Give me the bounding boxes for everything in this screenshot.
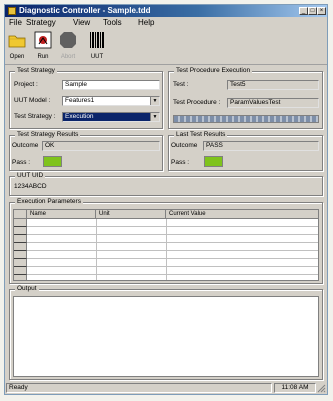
uut-uid-group: UUT UID 1234ABCD xyxy=(9,172,323,196)
menu-strategy[interactable]: Strategy xyxy=(26,18,56,27)
maximize-button[interactable]: □ xyxy=(308,7,317,15)
execution-parameters-group: Execution Parameters Name Unit Current V… xyxy=(9,198,323,284)
app-icon xyxy=(8,7,16,15)
stop-icon xyxy=(60,32,76,48)
last-outcome-field: PASS xyxy=(203,141,319,151)
output-textarea[interactable] xyxy=(13,296,319,377)
test-strategy-group: Test Strategy Project : Sample UUT Model… xyxy=(9,67,163,129)
strategy-pass-indicator xyxy=(43,156,62,167)
abort-button[interactable]: Abort xyxy=(58,30,78,60)
test-field: Test5 xyxy=(227,80,319,90)
test-procedure-execution-group: Test Procedure Execution Test : Test5 Te… xyxy=(168,67,323,129)
open-button[interactable]: Open xyxy=(7,30,27,60)
close-button[interactable]: × xyxy=(317,7,326,15)
progress-bar xyxy=(173,115,319,123)
menu-view[interactable]: View xyxy=(73,18,90,27)
run-icon xyxy=(34,31,52,49)
last-pass-indicator xyxy=(204,156,223,167)
run-button[interactable]: Run xyxy=(33,30,53,60)
test-procedure-field: ParamValuesTest xyxy=(227,98,319,108)
minimize-button[interactable]: _ xyxy=(299,7,308,15)
status-bar: Ready 11:08 AM xyxy=(5,382,327,394)
project-field[interactable]: Sample xyxy=(62,80,160,90)
menu-bar: File Strategy View Tools Help xyxy=(5,17,327,27)
grid-lines xyxy=(27,219,318,280)
status-text: Ready xyxy=(6,383,272,393)
output-group: Output xyxy=(9,285,323,380)
status-time: 11:08 AM xyxy=(274,383,316,393)
menu-file[interactable]: File xyxy=(9,18,22,27)
menu-tools[interactable]: Tools xyxy=(103,18,122,27)
menu-help[interactable]: Help xyxy=(138,18,154,27)
resize-grip-icon[interactable] xyxy=(317,384,326,393)
test-strategy-results-group: Test Strategy Results Outcome OK Pass : xyxy=(9,131,163,171)
strategy-outcome-field: OK xyxy=(42,141,160,151)
test-strategy-dropdown[interactable]: Execution ▼ xyxy=(62,112,160,122)
last-test-results-group: Last Test Results Outcome PASS Pass : xyxy=(168,131,323,171)
execution-parameters-grid[interactable]: Name Unit Current Value xyxy=(13,209,319,281)
chevron-down-icon[interactable]: ▼ xyxy=(150,97,159,105)
title-bar: Diagnostic Controller - Sample.tdd _ □ × xyxy=(5,5,327,17)
uut-model-dropdown[interactable]: Features1 ▼ xyxy=(62,96,160,106)
window-title: Diagnostic Controller - Sample.tdd xyxy=(19,6,151,15)
uut-uid-field: 1234ABCD xyxy=(12,183,320,193)
uut-button[interactable]: UUT xyxy=(87,30,107,60)
app-window: Diagnostic Controller - Sample.tdd _ □ ×… xyxy=(4,4,328,395)
barcode-icon xyxy=(90,32,104,48)
folder-icon xyxy=(8,35,26,48)
toolbar: Open Run Abort UUT xyxy=(5,28,327,65)
chevron-down-icon[interactable]: ▼ xyxy=(150,113,159,121)
